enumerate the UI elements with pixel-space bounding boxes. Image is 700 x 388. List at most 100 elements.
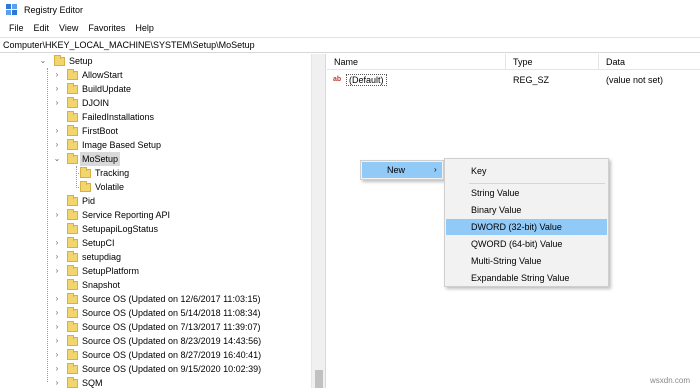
folder-icon (67, 335, 78, 346)
value-type: REG_SZ (513, 75, 550, 85)
chevron-right-icon[interactable]: › (53, 141, 61, 149)
chevron-right-icon[interactable]: › (53, 239, 61, 247)
tree-item-mosetup[interactable]: ⌄ MoSetup (0, 152, 310, 166)
tree-item-source-os[interactable]: › Source OS (Updated on 8/27/2019 16:40:… (0, 348, 310, 362)
chevron-right-icon[interactable]: › (53, 127, 61, 135)
chevron-right-icon[interactable]: › (53, 71, 61, 79)
folder-icon (54, 55, 65, 66)
folder-icon (67, 153, 78, 164)
folder-icon (67, 293, 78, 304)
column-header-data[interactable]: Data (599, 54, 700, 70)
tree-item-snapshot[interactable]: Snapshot (0, 278, 310, 292)
submenu-item-dword-value[interactable]: DWORD (32-bit) Value (446, 219, 607, 235)
tree-item-label: DJOIN (82, 98, 109, 108)
tree-item-pid[interactable]: Pid (0, 194, 310, 208)
folder-icon (67, 279, 78, 290)
tree-item-label: Tracking (95, 168, 130, 178)
watermark: wsxdn.com (650, 376, 691, 385)
tree-item-label: Source OS (Updated on 9/15/2020 10:02:39… (82, 364, 262, 374)
tree-item-volatile[interactable]: Volatile (0, 180, 310, 194)
tree-item-failedinstallations[interactable]: FailedInstallations (0, 110, 310, 124)
tree-item-label: Pid (82, 196, 96, 206)
menu-favorites[interactable]: Favorites (83, 20, 130, 37)
tree-item-source-os[interactable]: › Source OS (Updated on 8/23/2019 14:43:… (0, 334, 310, 348)
submenu-item-string-value[interactable]: String Value (446, 185, 607, 201)
folder-icon (67, 349, 78, 360)
tree-item-allowstart[interactable]: › AllowStart (0, 68, 310, 82)
folder-icon (67, 111, 78, 122)
tree-item-label: SetupapiLogStatus (82, 224, 159, 234)
chevron-right-icon[interactable]: › (53, 85, 61, 93)
tree-item-setupdiag[interactable]: › setupdiag (0, 250, 310, 264)
tree-item-label: Source OS (Updated on 5/14/2018 11:08:34… (82, 308, 261, 318)
tree-item-label: SetupPlatform (82, 266, 140, 276)
tree-item-label: SetupCI (82, 238, 115, 248)
tree-item-label: AllowStart (82, 70, 123, 80)
tree-item-label: Image Based Setup (82, 140, 162, 150)
tree-item-source-os[interactable]: › Source OS (Updated on 7/13/2017 11:39:… (0, 320, 310, 334)
tree-item-sqm[interactable]: › SQM (0, 376, 310, 388)
chevron-right-icon[interactable]: › (53, 253, 61, 261)
submenu-item-expandable-string-value[interactable]: Expandable String Value (446, 270, 607, 286)
chevron-right-icon[interactable]: › (53, 365, 61, 373)
list-header: Name Type Data (327, 54, 700, 70)
tree-item-setupplatform[interactable]: › SetupPlatform (0, 264, 310, 278)
table-row[interactable]: ab (Default) REG_SZ (value not set) (327, 72, 700, 88)
menu-help[interactable]: Help (130, 20, 159, 37)
scrollbar-thumb[interactable] (315, 370, 323, 388)
submenu-item-qword-value[interactable]: QWORD (64-bit) Value (446, 236, 607, 252)
tree-item-djoin[interactable]: › DJOIN (0, 96, 310, 110)
submenu-item-multi-string-value[interactable]: Multi-String Value (446, 253, 607, 269)
tree-item-label: Setup (69, 56, 93, 66)
folder-icon (67, 307, 78, 318)
menu-bar: File Edit View Favorites Help (0, 20, 700, 37)
chevron-right-icon[interactable]: › (53, 323, 61, 331)
chevron-right-icon[interactable]: › (53, 337, 61, 345)
chevron-right-icon[interactable]: › (53, 99, 61, 107)
chevron-right-icon[interactable]: › (53, 211, 61, 219)
tree-item-source-os[interactable]: › Source OS (Updated on 12/6/2017 11:03:… (0, 292, 310, 306)
registry-editor-icon (6, 4, 18, 16)
tree-item-setup[interactable]: ⌄ Setup (0, 54, 310, 68)
submenu-item-key[interactable]: Key (446, 163, 607, 179)
menu-view[interactable]: View (54, 20, 83, 37)
context-menu-new[interactable]: New › (362, 162, 442, 178)
tree-item-firstboot[interactable]: › FirstBoot (0, 124, 310, 138)
submenu-item-binary-value[interactable]: Binary Value (446, 202, 607, 218)
tree-item-tracking[interactable]: Tracking (0, 166, 310, 180)
chevron-right-icon[interactable]: › (53, 379, 61, 387)
tree-item-setupapilogstatus[interactable]: SetupapiLogStatus (0, 222, 310, 236)
column-header-type[interactable]: Type (506, 54, 599, 70)
folder-icon (67, 69, 78, 80)
chevron-right-icon[interactable]: › (53, 267, 61, 275)
menu-file[interactable]: File (4, 20, 29, 37)
address-bar[interactable]: Computer\HKEY_LOCAL_MACHINE\SYSTEM\Setup… (0, 37, 700, 53)
tree-item-setupci[interactable]: › SetupCI (0, 236, 310, 250)
folder-icon (67, 125, 78, 136)
tree-item-source-os[interactable]: › Source OS (Updated on 5/14/2018 11:08:… (0, 306, 310, 320)
tree-item-label: Volatile (95, 182, 125, 192)
chevron-right-icon[interactable]: › (53, 351, 61, 359)
tree-item-image-based-setup[interactable]: › Image Based Setup (0, 138, 310, 152)
tree-item-service-reporting-api[interactable]: › Service Reporting API (0, 208, 310, 222)
new-submenu: Key String Value Binary Value DWORD (32-… (444, 158, 609, 287)
menu-edit[interactable]: Edit (29, 20, 55, 37)
folder-icon (67, 223, 78, 234)
context-menu: New › (360, 160, 444, 180)
folder-icon (67, 265, 78, 276)
chevron-down-icon[interactable]: ⌄ (53, 155, 61, 163)
tree-item-label: Source OS (Updated on 7/13/2017 11:39:07… (82, 322, 261, 332)
tree-item-source-os[interactable]: › Source OS (Updated on 9/15/2020 10:02:… (0, 362, 310, 376)
chevron-down-icon[interactable]: ⌄ (39, 57, 47, 65)
context-menu-new-label: New (387, 165, 406, 175)
title-bar: Registry Editor (0, 0, 700, 20)
tree-item-buildupdate[interactable]: › BuildUpdate (0, 82, 310, 96)
window-title: Registry Editor (24, 5, 84, 15)
tree-item-label-selected: MoSetup (80, 152, 121, 166)
folder-icon (67, 377, 78, 388)
chevron-right-icon[interactable]: › (53, 309, 61, 317)
column-header-name[interactable]: Name (327, 54, 506, 70)
chevron-right-icon[interactable]: › (53, 295, 61, 303)
tree-item-label: FirstBoot (82, 126, 119, 136)
tree-scrollbar[interactable] (311, 54, 325, 388)
